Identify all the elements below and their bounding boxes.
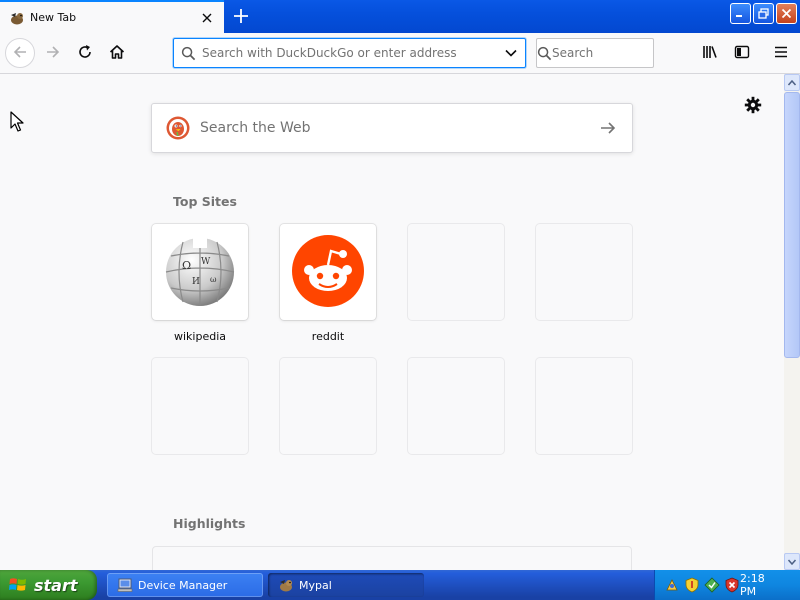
network-icon[interactable] bbox=[664, 577, 680, 593]
wikipedia-icon: Ω W И ω bbox=[163, 234, 237, 311]
top-site-empty-slot bbox=[408, 358, 504, 454]
top-site-empty-slot bbox=[152, 358, 248, 454]
vertical-scrollbar[interactable] bbox=[784, 74, 800, 570]
top-site-tile-wikipedia[interactable]: Ω W И ω bbox=[152, 224, 248, 320]
top-site-label-reddit[interactable]: reddit bbox=[280, 330, 376, 343]
search-input[interactable] bbox=[552, 46, 702, 60]
reload-button[interactable] bbox=[70, 38, 100, 68]
search-icon bbox=[174, 46, 202, 61]
close-tab-icon[interactable] bbox=[195, 6, 219, 30]
taskbar-item-device-manager[interactable]: Device Manager bbox=[107, 573, 263, 597]
library-icon bbox=[702, 44, 718, 63]
mypal-favicon-icon bbox=[9, 10, 25, 26]
highlight-card[interactable] bbox=[152, 546, 632, 570]
reddit-icon bbox=[291, 234, 365, 311]
search-bar[interactable] bbox=[536, 38, 702, 68]
gear-icon[interactable] bbox=[744, 96, 762, 114]
menu-button[interactable] bbox=[766, 38, 796, 68]
new-tab-plus-icon[interactable] bbox=[228, 3, 254, 29]
close-window-button[interactable] bbox=[776, 3, 797, 24]
sidebar-button[interactable] bbox=[727, 38, 757, 68]
sidebar-icon bbox=[734, 44, 750, 63]
svg-text:Ω: Ω bbox=[182, 259, 191, 272]
arrow-right-icon[interactable] bbox=[584, 104, 632, 152]
scroll-thumb[interactable] bbox=[784, 92, 800, 358]
top-site-tile-reddit[interactable] bbox=[280, 224, 376, 320]
forward-arrow-icon bbox=[45, 44, 61, 63]
back-arrow-icon bbox=[12, 44, 28, 63]
windows-logo-icon bbox=[8, 575, 28, 595]
search-icon bbox=[537, 46, 552, 61]
forward-button[interactable] bbox=[38, 38, 68, 68]
device-manager-icon bbox=[117, 577, 133, 593]
top-site-empty-slot bbox=[280, 358, 376, 454]
mouse-cursor-icon bbox=[10, 111, 24, 136]
home-button[interactable] bbox=[102, 38, 132, 68]
url-input[interactable] bbox=[202, 46, 497, 60]
new-tab-page: Top Sites Ω W И ω wikipedia bbox=[0, 74, 784, 570]
top-site-empty-slot bbox=[408, 224, 504, 320]
clock[interactable]: 2:18 PM bbox=[740, 572, 783, 598]
taskbar-item-label: Mypal bbox=[299, 578, 332, 592]
security-alert-icon[interactable] bbox=[724, 577, 740, 593]
web-search-input[interactable] bbox=[200, 120, 584, 136]
scroll-up-button[interactable] bbox=[784, 74, 800, 91]
top-site-empty-slot bbox=[536, 224, 632, 320]
top-site-label-wikipedia[interactable]: wikipedia bbox=[152, 330, 248, 343]
window-controls bbox=[730, 3, 797, 24]
highlights-title: Highlights bbox=[173, 516, 246, 531]
svg-text:ω: ω bbox=[210, 275, 217, 284]
taskbar-item-mypal[interactable]: Mypal bbox=[268, 573, 424, 597]
start-label: start bbox=[34, 575, 78, 595]
top-site-empty-slot bbox=[536, 358, 632, 454]
start-button[interactable]: start bbox=[0, 570, 97, 600]
top-sites-title: Top Sites bbox=[173, 194, 237, 209]
mypal-icon bbox=[278, 577, 294, 593]
duckduckgo-logo-icon bbox=[166, 116, 190, 140]
minimize-button[interactable] bbox=[730, 3, 751, 24]
hamburger-menu-icon bbox=[773, 44, 789, 63]
svg-text:И: И bbox=[192, 277, 200, 287]
title-bar: New Tab bbox=[0, 0, 800, 33]
back-button[interactable] bbox=[5, 38, 35, 68]
chevron-down-icon[interactable] bbox=[497, 46, 525, 60]
taskbar-item-label: Device Manager bbox=[138, 578, 228, 592]
web-search-box[interactable] bbox=[151, 103, 633, 153]
svg-text:W: W bbox=[201, 257, 211, 267]
library-button[interactable] bbox=[695, 38, 725, 68]
url-bar[interactable] bbox=[173, 38, 526, 68]
navigation-toolbar bbox=[0, 33, 800, 74]
security-shield-icon[interactable] bbox=[684, 577, 700, 593]
taskbar: start Device Manager Mypal 2:18 PM bbox=[0, 570, 800, 600]
tab-title: New Tab bbox=[30, 11, 77, 24]
restore-button[interactable] bbox=[753, 3, 774, 24]
system-tray: 2:18 PM bbox=[654, 570, 800, 600]
reload-icon bbox=[77, 44, 93, 63]
scroll-down-button[interactable] bbox=[784, 553, 800, 570]
update-icon[interactable] bbox=[704, 577, 720, 593]
home-icon bbox=[109, 44, 125, 63]
tab-new-tab[interactable]: New Tab bbox=[0, 0, 224, 33]
